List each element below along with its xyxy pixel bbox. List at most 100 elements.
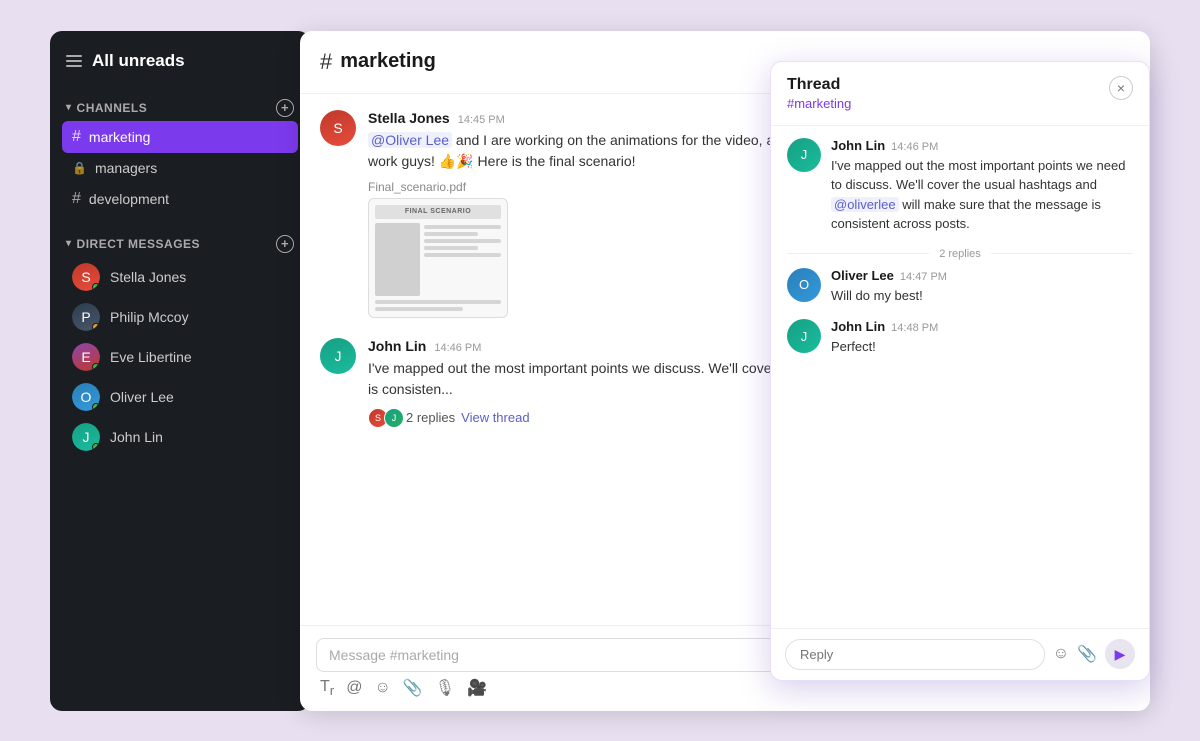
thread-msg-header-oliver: Oliver Lee 14:47 PM	[831, 268, 1133, 283]
dm-name-philip: Philip Mccoy	[110, 309, 189, 325]
thread-message-oliver: O Oliver Lee 14:47 PM Will do my best!	[787, 268, 1133, 306]
lock-icon-managers: 🔒	[72, 161, 87, 175]
channel-name-marketing: marketing	[89, 129, 150, 145]
dm-name-eve: Eve Libertine	[110, 349, 192, 365]
thread-msg-text-john-2: Perfect!	[831, 337, 1133, 357]
avatar-oliver: O	[72, 383, 100, 411]
add-channel-button[interactable]: +	[276, 99, 294, 117]
thread-msg-text-john-1: I've mapped out the most important point…	[831, 156, 1133, 234]
thread-avatar-oliver: O	[787, 268, 821, 302]
dm-chevron-icon: ▾	[66, 238, 72, 249]
status-dot-stella	[92, 283, 100, 291]
mention-oliver: @Oliver Lee	[368, 132, 452, 148]
reply-count: 2 replies	[406, 410, 455, 425]
dm-name-stella: Stella Jones	[110, 269, 186, 285]
replies-divider: 2 replies	[787, 248, 1133, 260]
dm-item-philip[interactable]: P Philip Mccoy	[62, 297, 298, 337]
dm-section-header[interactable]: ▾ DIRECT MESSAGES +	[62, 231, 298, 257]
video-icon[interactable]: 🎥	[467, 678, 487, 698]
thread-msg-header-john-2: John Lin 14:48 PM	[831, 319, 1133, 334]
thread-toolbar: ☺ 📎 ▶	[1053, 639, 1135, 669]
thread-reply-input[interactable]	[785, 639, 1045, 670]
thread-header: Thread #marketing ×	[771, 62, 1149, 126]
audio-icon[interactable]: 🎙	[435, 678, 455, 698]
sidebar-title: All unreads	[92, 51, 185, 71]
dm-item-stella[interactable]: S Stella Jones	[62, 257, 298, 297]
add-dm-button[interactable]: +	[276, 235, 294, 253]
status-dot-philip	[92, 323, 100, 331]
dm-name-oliver: Oliver Lee	[110, 389, 174, 405]
dm-item-oliver[interactable]: O Oliver Lee	[62, 377, 298, 417]
send-icon: ▶	[1115, 646, 1126, 663]
reply-avatars: S J	[368, 408, 400, 428]
thread-msg-author-oliver: Oliver Lee	[831, 268, 894, 283]
hamburger-icon[interactable]	[66, 55, 82, 67]
chat-toolbar: Tr @ ☺ 📎 🎙 🎥	[316, 678, 1134, 698]
channel-hash-icon: #	[320, 49, 332, 75]
attach-icon[interactable]: 📎	[403, 678, 423, 698]
channel-item-development[interactable]: # development	[62, 183, 298, 215]
message-time-stella: 14:45 PM	[458, 114, 505, 126]
thread-msg-author-john-1: John Lin	[831, 138, 885, 153]
message-time-john: 14:46 PM	[434, 342, 481, 354]
message-author-john: John Lin	[368, 338, 426, 354]
thread-send-button[interactable]: ▶	[1105, 639, 1135, 669]
close-thread-button[interactable]: ×	[1109, 76, 1133, 100]
thread-avatar-john: J	[787, 138, 821, 172]
replies-count-divider: 2 replies	[939, 248, 981, 260]
channel-item-marketing[interactable]: # marketing	[62, 121, 298, 153]
thread-msg-header-john-1: John Lin 14:46 PM	[831, 138, 1133, 153]
channel-item-managers[interactable]: 🔒 managers	[62, 153, 298, 183]
view-thread-button[interactable]: View thread	[461, 410, 529, 425]
thread-emoji-icon[interactable]: ☺	[1053, 645, 1069, 663]
thread-avatar-john-2: J	[787, 319, 821, 353]
channel-name-development: development	[89, 191, 169, 207]
hash-icon-marketing: #	[72, 128, 81, 146]
thread-msg-content-john-2: John Lin 14:48 PM Perfect!	[831, 319, 1133, 357]
dm-name-john: John Lin	[110, 429, 163, 445]
thread-messages: J John Lin 14:46 PM I've mapped out the …	[771, 126, 1149, 628]
message-author-stella: Stella Jones	[368, 110, 450, 126]
emoji-icon[interactable]: ☺	[374, 679, 390, 697]
thread-msg-time-john-2: 14:48 PM	[891, 322, 938, 334]
divider-line-right	[991, 253, 1133, 254]
dm-section: ▾ DIRECT MESSAGES + S Stella Jones P Phi…	[50, 219, 310, 461]
sidebar-header: All unreads	[50, 31, 310, 87]
thread-msg-content-john-1: John Lin 14:46 PM I've mapped out the mo…	[831, 138, 1133, 234]
thread-input-area: ☺ 📎 ▶	[771, 628, 1149, 680]
status-dot-eve	[92, 363, 100, 371]
divider-line-left	[787, 253, 929, 254]
hash-icon-development: #	[72, 190, 81, 208]
thread-header-info: Thread #marketing	[787, 76, 851, 111]
message-avatar-john: J	[320, 338, 356, 374]
channels-section-header[interactable]: ▾ CHANNELS +	[62, 95, 298, 121]
thread-msg-time-john-1: 14:46 PM	[891, 141, 938, 153]
thread-msg-text-oliver: Will do my best!	[831, 286, 1133, 306]
channels-section: ▾ CHANNELS + # marketing 🔒 managers # de…	[50, 87, 310, 219]
dm-label: DIRECT MESSAGES	[77, 237, 201, 251]
status-dot-john	[92, 443, 100, 451]
mention-icon[interactable]: @	[346, 679, 362, 697]
thread-attach-icon[interactable]: 📎	[1077, 644, 1097, 664]
thread-mention-oliverlee: @oliverlee	[831, 197, 899, 212]
channels-chevron-icon: ▾	[66, 102, 72, 113]
reply-avatar-2: J	[384, 408, 404, 428]
thread-msg-content-oliver: Oliver Lee 14:47 PM Will do my best!	[831, 268, 1133, 306]
dm-item-eve[interactable]: E Eve Libertine	[62, 337, 298, 377]
thread-msg-author-john-2: John Lin	[831, 319, 885, 334]
thread-channel: #marketing	[787, 96, 851, 111]
dm-item-john[interactable]: J John Lin	[62, 417, 298, 457]
pdf-preview: FINAL SCENARIO	[368, 198, 508, 318]
avatar-john: J	[72, 423, 100, 451]
thread-message-john-2: J John Lin 14:48 PM Perfect!	[787, 319, 1133, 357]
avatar-philip: P	[72, 303, 100, 331]
channel-name-managers: managers	[95, 160, 157, 176]
avatar-stella: S	[72, 263, 100, 291]
channels-label: CHANNELS	[77, 101, 148, 115]
thread-msg-time-oliver: 14:47 PM	[900, 271, 947, 283]
thread-panel: Thread #marketing × J John Lin 14:46 PM …	[770, 61, 1150, 681]
channel-header-title: marketing	[340, 50, 436, 73]
format-text-icon[interactable]: Tr	[320, 678, 334, 698]
status-dot-oliver	[92, 403, 100, 411]
thread-message-john-1: J John Lin 14:46 PM I've mapped out the …	[787, 138, 1133, 234]
